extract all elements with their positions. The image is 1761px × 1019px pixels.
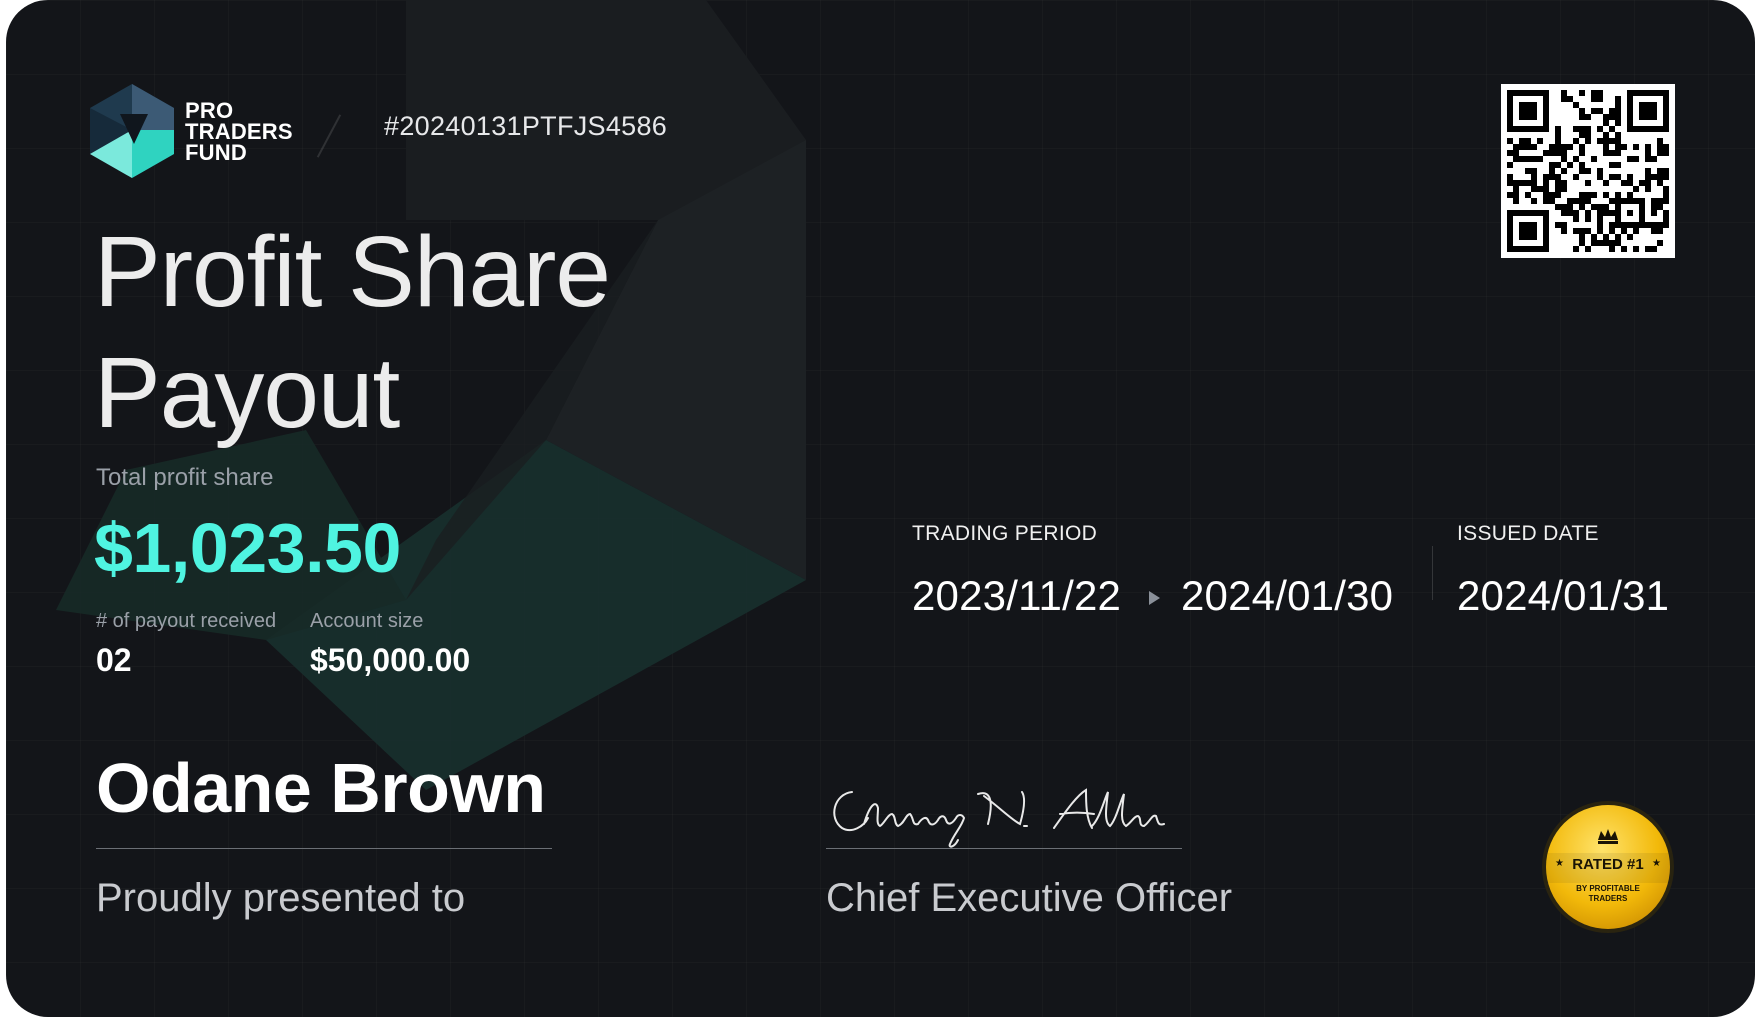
title-line-1: Profit Share — [94, 216, 611, 328]
trading-period-start: 2023/11/22 — [912, 572, 1122, 619]
certificate-card: PRO TRADERS FUND #20240131PTFJS4586 Prof… — [6, 0, 1755, 1017]
qr-code-icon[interactable] — [1501, 84, 1675, 258]
payouts-count-value: 02 — [96, 642, 132, 678]
recipient-underline — [96, 848, 552, 849]
payouts-count-label: # of payout received — [96, 610, 277, 632]
logo-wordmark: PRO TRADERS FUND — [185, 98, 315, 165]
badge-subtitle: BY PROFITABLE TRADERS — [1541, 884, 1675, 904]
trading-period-end: 2024/01/30 — [1181, 572, 1394, 619]
logo-line-fund: FUND — [185, 140, 247, 165]
play-arrow-icon — [1149, 591, 1160, 605]
brand-logo: PRO TRADERS FUND — [90, 84, 306, 180]
badge-title: RATED #1 — [1572, 856, 1644, 873]
rated-badge: ★ ★ RATED #1 BY PROFITABLE TRADERS — [1541, 800, 1675, 934]
logo-hexagon-icon — [90, 84, 174, 178]
certificate-title: Profit Share Payout — [94, 212, 814, 454]
logo-line-traders: TRADERS — [185, 119, 293, 144]
date-divider — [1432, 546, 1433, 600]
recipient-name: Odane Brown — [96, 749, 546, 827]
qr-code-pattern — [1507, 90, 1669, 252]
signatory-role: Chief Executive Officer — [826, 876, 1233, 920]
logo-line-pro: PRO — [185, 98, 234, 123]
account-size-value: $50,000.00 — [310, 642, 471, 678]
issued-date-value: 2024/01/31 — [1457, 572, 1670, 619]
total-profit-amount: $1,023.50 — [94, 509, 401, 587]
issued-date-label: ISSUED DATE — [1457, 522, 1599, 545]
certificate-id: #20240131PTFJS4586 — [384, 111, 668, 141]
total-profit-label: Total profit share — [96, 464, 274, 491]
signature-underline — [826, 848, 1182, 849]
badge-subtitle-line-1: BY PROFITABLE — [1576, 884, 1640, 893]
badge-subtitle-line-2: TRADERS — [1588, 894, 1628, 903]
ceo-signature — [833, 788, 1165, 848]
trading-period-label: TRADING PERIOD — [912, 522, 1098, 545]
presented-to-caption: Proudly presented to — [96, 876, 466, 920]
account-size-label: Account size — [310, 610, 424, 632]
title-line-2: Payout — [94, 337, 400, 449]
crown-icon — [1598, 829, 1618, 844]
